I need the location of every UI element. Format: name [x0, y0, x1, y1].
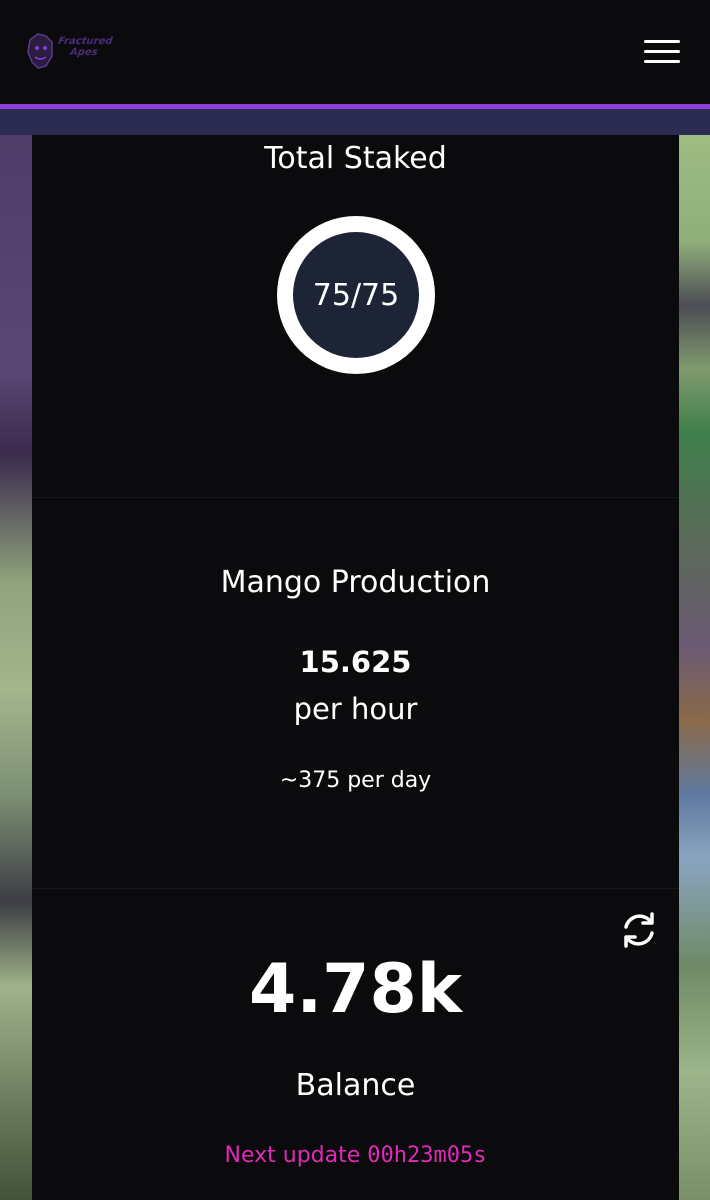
production-per-day: ~375 per day [279, 768, 432, 793]
hamburger-menu-icon[interactable] [640, 36, 684, 68]
total-staked-value: 75/75 [293, 232, 419, 358]
mango-production-title: Mango Production [220, 565, 491, 600]
next-update-label: Next update [224, 1143, 361, 1168]
section-divider [32, 497, 679, 498]
logo-text: Fractured Apes [57, 36, 114, 58]
refresh-arrows-icon [624, 912, 654, 948]
top-header: Fractured Apes [0, 0, 710, 104]
production-rate: 15.625 [299, 645, 412, 679]
balance-value: 4.78k [249, 950, 462, 1029]
fractured-apes-logo[interactable]: Fractured Apes [24, 30, 116, 72]
production-rate-unit: per hour [293, 692, 418, 726]
background-map-left [0, 135, 32, 1200]
balance-label: Balance [295, 1068, 416, 1103]
staking-panel: Total Staked 75/75 Mango Production 15.6… [32, 135, 679, 1200]
background-map-right [679, 135, 710, 1200]
total-staked-title: Total Staked [264, 141, 447, 176]
total-staked-ring: 75/75 [277, 216, 435, 374]
header-subbar [0, 109, 710, 135]
refresh-icon[interactable] [618, 909, 660, 951]
next-update-time: 00h23m05s [367, 1143, 487, 1168]
next-update-countdown: Next update 00h23m05s [32, 1143, 679, 1168]
section-divider [32, 888, 679, 889]
